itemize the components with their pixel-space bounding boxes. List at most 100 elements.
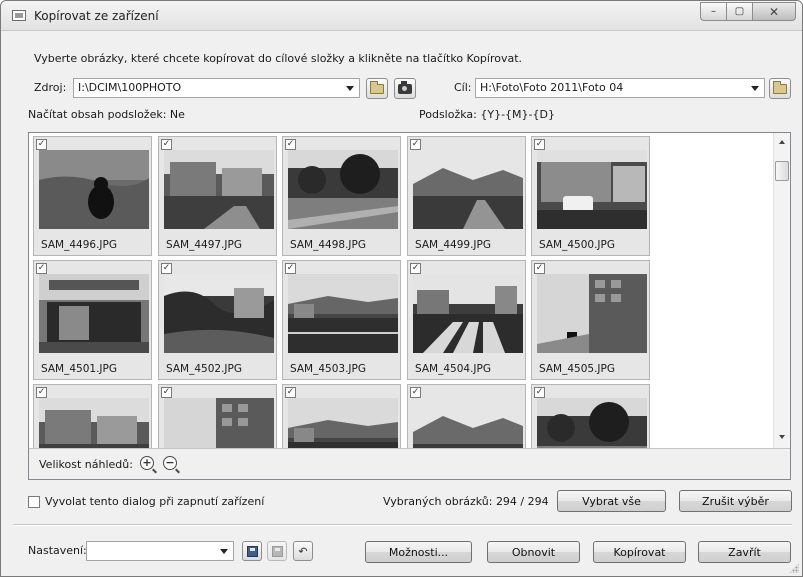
thumbnail-image (413, 398, 523, 449)
scroll-down-icon[interactable] (779, 435, 785, 439)
thumbnail-filename: SAM_4498.JPG (290, 239, 366, 251)
zoom-out-icon[interactable]: − (163, 456, 177, 470)
source-label: Zdroj: (34, 81, 67, 94)
thumbnail-image (288, 274, 398, 353)
vertical-scrollbar[interactable] (773, 133, 790, 449)
close-button[interactable]: Zavřít (698, 541, 791, 563)
select-all-button[interactable]: Vybrat vše (557, 490, 666, 512)
thumbnail-checkbox[interactable]: ✓ (36, 263, 47, 274)
thumbnail-filename: SAM_4501.JPG (41, 363, 117, 375)
thumbnail-image (39, 274, 149, 353)
thumbnail-filename: SAM_4503.JPG (290, 363, 366, 375)
thumbnail-filename: SAM_4502.JPG (166, 363, 242, 375)
title-bar: Kopírovat ze zařízení – ▢ ✕ (1, 1, 802, 31)
thumbnail-item[interactable]: ✓ SAM_4500.JPG (531, 136, 650, 256)
chevron-down-icon (220, 549, 228, 554)
delete-settings-button[interactable] (267, 541, 287, 561)
window-title: Kopírovat ze zařízení (34, 9, 159, 23)
zoom-in-icon[interactable]: + (140, 456, 154, 470)
source-path-combo[interactable]: I:\DCIM\100PHOTO (73, 78, 360, 98)
thumbnail-checkbox[interactable]: ✓ (285, 263, 296, 274)
thumbnail-image (537, 398, 647, 449)
thumbnail-checkbox[interactable]: ✓ (534, 139, 545, 150)
thumbnail-item[interactable]: ✓ SAM_4502.JPG (158, 260, 277, 380)
target-label: Cíl: (454, 81, 472, 94)
scroll-up-icon[interactable] (779, 140, 785, 144)
thumbnail-checkbox[interactable]: ✓ (534, 387, 545, 398)
copy-button[interactable]: Kopírovat (593, 541, 686, 563)
restore-settings-button[interactable]: ↶ (293, 541, 313, 561)
thumbnail-image (164, 150, 274, 229)
browse-target-button[interactable] (769, 78, 791, 99)
auto-dialog-label: Vyvolat tento dialog při zapnutí zařízen… (45, 495, 265, 508)
thumbnail-grid: ✓ SAM_4496.JPG ✓ SAM_4497.JPG ✓ SAM_4498.JPG ✓… (33, 136, 773, 449)
thumbnail-checkbox[interactable]: ✓ (161, 263, 172, 274)
thumbnail-filename: SAM_4504.JPG (415, 363, 491, 375)
thumbnail-checkbox[interactable]: ✓ (161, 387, 172, 398)
thumbnail-image (537, 274, 647, 353)
thumbnail-item[interactable]: ✓ (33, 384, 152, 449)
options-button[interactable]: Možnosti... (365, 541, 472, 563)
thumbnail-checkbox[interactable]: ✓ (410, 263, 421, 274)
resize-grip[interactable] (789, 563, 799, 573)
thumbnail-image (413, 274, 523, 353)
thumbnail-filename: SAM_4497.JPG (166, 239, 242, 251)
settings-combo[interactable] (86, 541, 234, 561)
thumbnail-checkbox[interactable]: ✓ (36, 139, 47, 150)
auto-dialog-checkbox[interactable] (28, 496, 40, 508)
folder-icon (773, 80, 787, 94)
save-settings-button[interactable] (242, 541, 262, 561)
thumbnail-item[interactable]: ✓ (282, 384, 401, 449)
thumbnail-size-label: Velikost náhledů: (39, 458, 133, 471)
chevron-down-icon (751, 86, 759, 91)
thumbnail-item[interactable]: ✓ SAM_4498.JPG (282, 136, 401, 256)
settings-label: Nastavení: (28, 544, 87, 557)
delete-icon (271, 545, 283, 557)
thumbnail-size-bar: Velikost náhledů: + − (29, 448, 790, 479)
thumbnail-checkbox[interactable]: ✓ (285, 387, 296, 398)
thumbnail-filename: SAM_4499.JPG (415, 239, 491, 251)
thumbnail-checkbox[interactable]: ✓ (161, 139, 172, 150)
save-icon (246, 545, 258, 557)
refresh-button[interactable]: Obnovit (487, 541, 580, 563)
thumbnail-item[interactable]: ✓ (531, 384, 650, 449)
thumbnail-filename: SAM_4505.JPG (539, 363, 615, 375)
thumbnail-item[interactable]: ✓ SAM_4499.JPG (407, 136, 526, 256)
source-path-value: I:\DCIM\100PHOTO (78, 81, 182, 94)
thumbnail-filename: SAM_4496.JPG (41, 239, 117, 251)
minimize-button[interactable]: – (700, 2, 727, 21)
thumbnail-image (39, 398, 149, 449)
thumbnail-checkbox[interactable]: ✓ (534, 263, 545, 274)
maximize-button[interactable]: ▢ (726, 2, 753, 21)
subfolders-info: Načítat obsah podsložek: Ne (28, 108, 185, 121)
thumbnail-checkbox[interactable]: ✓ (410, 387, 421, 398)
thumbnail-image (537, 150, 647, 229)
thumbnail-item[interactable]: ✓ SAM_4504.JPG (407, 260, 526, 380)
browse-source-button[interactable] (366, 78, 388, 99)
thumbnail-image (164, 274, 274, 353)
scrollbar-thumb[interactable] (775, 161, 789, 181)
target-path-combo[interactable]: H:\Foto\Foto 2011\Foto 04 (475, 78, 765, 98)
thumbnail-item[interactable]: ✓ SAM_4497.JPG (158, 136, 277, 256)
close-window-button[interactable]: ✕ (752, 2, 796, 21)
thumbnail-gallery[interactable]: ✓ SAM_4496.JPG ✓ SAM_4497.JPG ✓ SAM_4498.JPG ✓… (28, 132, 791, 480)
chevron-down-icon (346, 86, 354, 91)
thumbnail-item[interactable]: ✓ (407, 384, 526, 449)
selected-count: Vybraných obrázků: 294 / 294 (383, 495, 549, 508)
thumbnail-checkbox[interactable]: ✓ (36, 387, 47, 398)
thumbnail-item[interactable]: ✓ SAM_4496.JPG (33, 136, 152, 256)
deselect-all-button[interactable]: Zrušit výběr (679, 490, 792, 512)
target-path-value: H:\Foto\Foto 2011\Foto 04 (480, 81, 624, 94)
thumbnail-item[interactable]: ✓ (158, 384, 277, 449)
thumbnail-item[interactable]: ✓ SAM_4505.JPG (531, 260, 650, 380)
thumbnail-image (39, 150, 149, 229)
thumbnail-item[interactable]: ✓ SAM_4501.JPG (33, 260, 152, 380)
thumbnail-checkbox[interactable]: ✓ (410, 139, 421, 150)
device-button[interactable] (394, 78, 416, 99)
copy-from-device-dialog: Kopírovat ze zařízení – ▢ ✕ Vyberte obrá… (0, 0, 803, 577)
thumbnail-checkbox[interactable]: ✓ (285, 139, 296, 150)
thumbnail-filename: SAM_4500.JPG (539, 239, 615, 251)
thumbnail-item[interactable]: ✓ SAM_4503.JPG (282, 260, 401, 380)
subfolder-pattern: Podsložka: {Y}-{M}-{D} (419, 108, 555, 121)
app-icon (12, 10, 26, 21)
